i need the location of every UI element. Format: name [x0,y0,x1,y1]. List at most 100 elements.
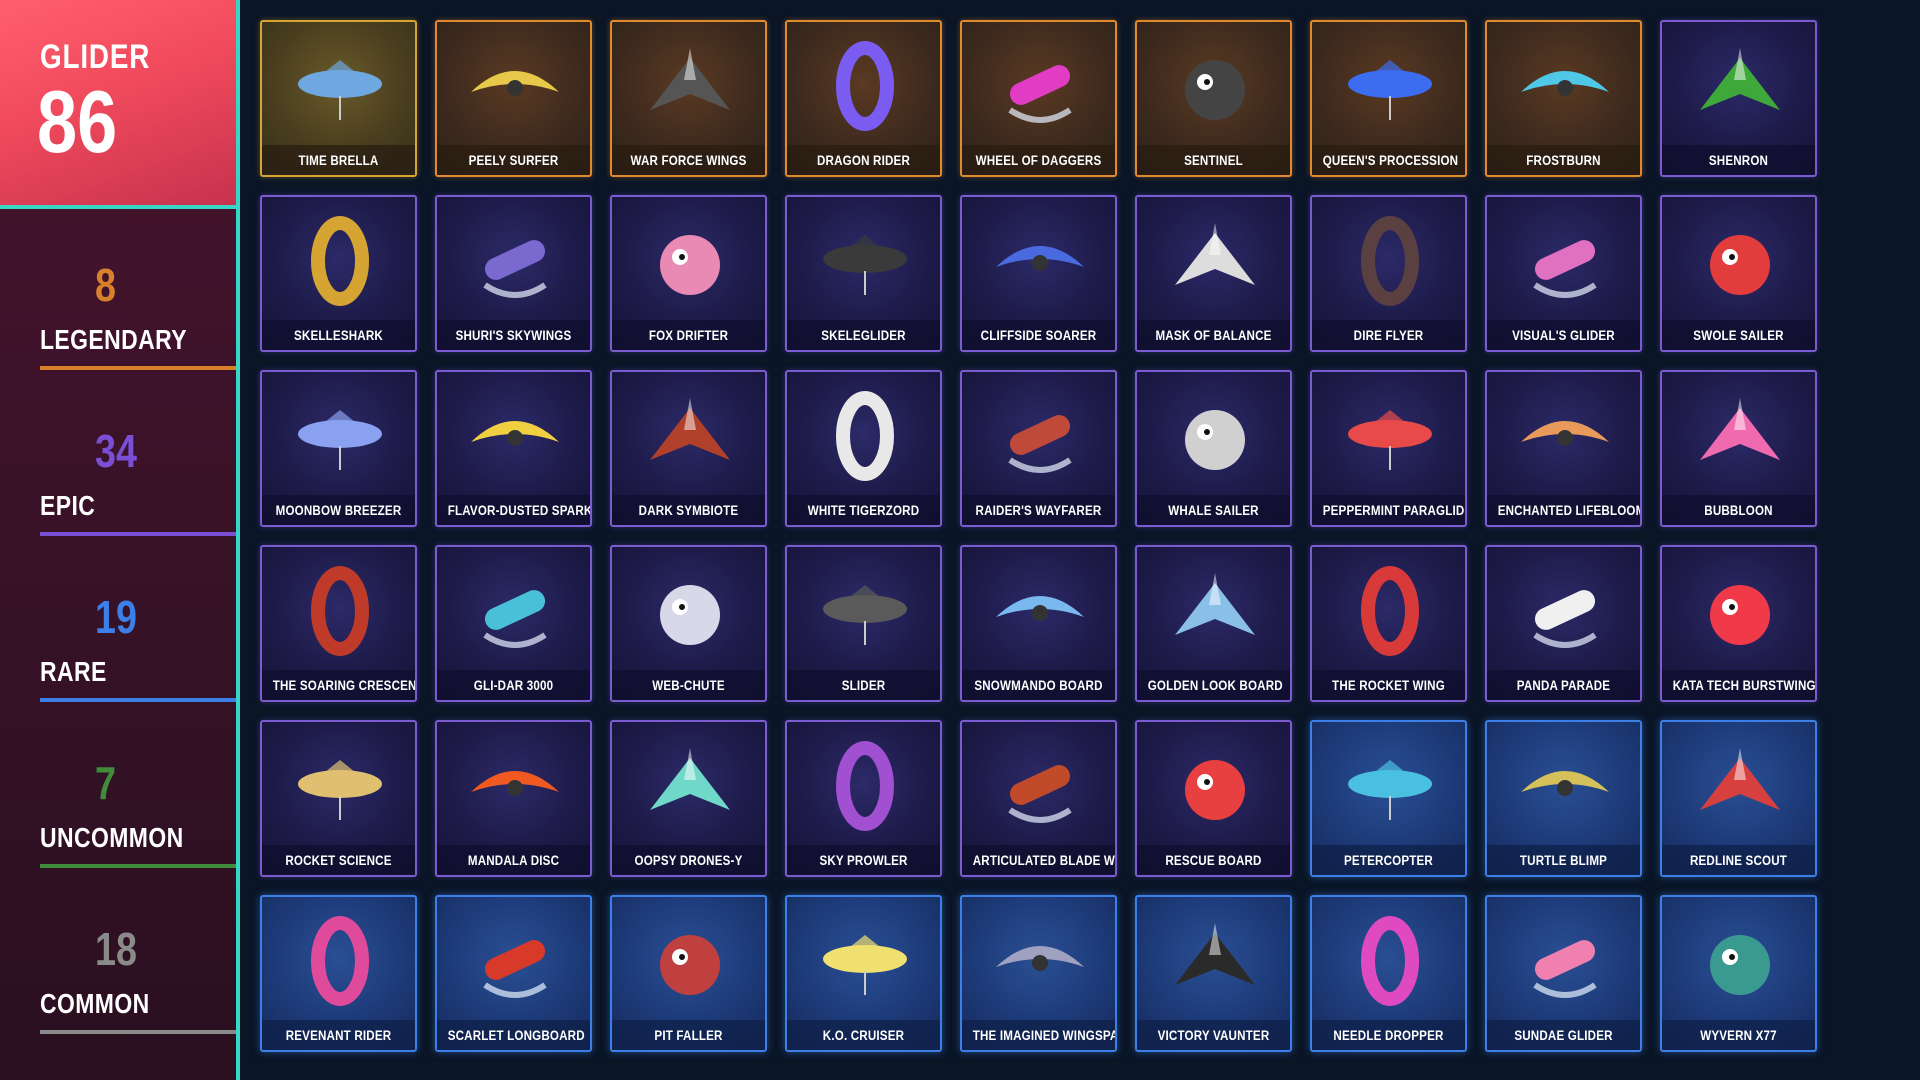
glider-name: PEELY SURFER [468,153,559,168]
glider-tile[interactable]: MOONBOW BREEZER [260,370,417,527]
wyvern-icon [1690,915,1790,1007]
rarity-underline [40,532,236,536]
glider-name: REDLINE SCOUT [1689,853,1788,868]
glider-name: DRAGON RIDER [816,153,911,168]
rarity-rare[interactable]: 19 RARE [0,594,236,734]
glider-tile[interactable]: SLIDER [785,545,942,702]
glider-tile[interactable]: WHALE SAILER [1135,370,1292,527]
glider-tile[interactable]: OOPSY DRONES-Y [610,720,767,877]
glider-tile[interactable]: K.O. CRUISER [785,895,942,1052]
glider-tile[interactable]: KATA TECH BURSTWING [1660,545,1817,702]
glider-tile[interactable]: REDLINE SCOUT [1660,720,1817,877]
glider-name: ARTICULATED BLADE WING [972,853,1115,868]
glider-tile[interactable]: MASK OF BALANCE [1135,195,1292,352]
purple-wing-icon [465,215,565,307]
glider-tile[interactable]: ARTICULATED BLADE WING [960,720,1117,877]
slider-wing-icon [815,565,915,657]
rarity-legendary[interactable]: 8 LEGENDARY [0,262,236,402]
symbiote-icon [640,390,740,482]
moon-wing-icon [290,390,390,482]
total-count: 86 [37,72,118,171]
glider-tile[interactable]: WAR FORCE WINGS [610,20,767,177]
glider-name: WAR FORCE WINGS [630,153,747,168]
glider-tile[interactable]: DARK SYMBIOTE [610,370,767,527]
drone-icon [640,740,740,832]
bat-wing-icon [1340,215,1440,307]
jet-glider-icon [990,215,1090,307]
glider-tile[interactable]: GOLDEN LOOK BOARD [1135,545,1292,702]
glider-tile[interactable]: QUEEN'S PROCESSION [1310,20,1467,177]
glider-name: SNOWMANDO BOARD [974,678,1103,693]
umbrella-glider-icon [290,40,390,132]
whale-icon [1165,390,1265,482]
glider-tile[interactable]: WHITE TIGERZORD [785,370,942,527]
glider-tile[interactable]: SKELEGLIDER [785,195,942,352]
rarity-uncommon[interactable]: 7 UNCOMMON [0,760,236,900]
glider-tile[interactable]: DRAGON RIDER [785,20,942,177]
glider-tile[interactable]: THE ROCKET WING [1310,545,1467,702]
glider-tile[interactable]: FLAVOR-DUSTED SPARKLEWINGS [435,370,592,527]
glider-tile[interactable]: SWOLE SAILER [1660,195,1817,352]
glider-tile[interactable]: PEELY SURFER [435,20,592,177]
glider-tile[interactable]: RAIDER'S WAYFARER [960,370,1117,527]
rarity-count: 34 [95,425,137,477]
rocket-wing-icon [1340,565,1440,657]
gold-board-icon [1165,565,1265,657]
glider-tile[interactable]: CLIFFSIDE SOARER [960,195,1117,352]
gold-shark-icon [290,215,390,307]
glider-name: SHURI'S SKYWINGS [455,328,572,343]
spider-mech-icon [1165,40,1265,132]
red-fish-icon [1690,215,1790,307]
glider-tile[interactable]: TURTLE BLIMP [1485,720,1642,877]
rarity-count: 8 [95,259,116,311]
glider-tile[interactable]: VISUAL'S GLIDER [1485,195,1642,352]
glider-tile[interactable]: SHURI'S SKYWINGS [435,195,592,352]
glider-tile[interactable]: MANDALA DISC [435,720,592,877]
glider-tile[interactable]: BUBBLOON [1660,370,1817,527]
glider-tile[interactable]: PANDA PARADE [1485,545,1642,702]
prowler-wing-icon [815,740,915,832]
glider-tile[interactable]: SNOWMANDO BOARD [960,545,1117,702]
glider-tile[interactable]: ENCHANTED LIFEBLOOM [1485,370,1642,527]
glider-tile[interactable]: SKELLESHARK [260,195,417,352]
glider-tile[interactable]: FOX DRIFTER [610,195,767,352]
glider-tile[interactable]: VICTORY VAUNTER [1135,895,1292,1052]
glider-tile[interactable]: SKY PROWLER [785,720,942,877]
glider-tile[interactable]: THE SOARING CRESCENT [260,545,417,702]
glider-tile[interactable]: WEB-CHUTE [610,545,767,702]
glider-tile[interactable]: SENTINEL [1135,20,1292,177]
glider-tile[interactable]: SCARLET LONGBOARD [435,895,592,1052]
glider-tile[interactable]: DIRE FLYER [1310,195,1467,352]
glider-name: SKELLESHARK [294,328,383,343]
glider-tile[interactable]: PIT FALLER [610,895,767,1052]
glider-name: K.O. CRUISER [822,1028,905,1043]
glider-name: KATA TECH BURSTWING [1672,678,1816,693]
glider-tile[interactable]: FROSTBURN [1485,20,1642,177]
glider-tile[interactable]: ROCKET SCIENCE [260,720,417,877]
glider-tile[interactable]: REVENANT RIDER [260,895,417,1052]
glider-name: TURTLE BLIMP [1519,853,1608,868]
glider-tile[interactable]: THE IMAGINED WINGSPAN [960,895,1117,1052]
helicopter-icon [1340,740,1440,832]
glider-name: ENCHANTED LIFEBLOOM [1497,503,1642,518]
panda-icon [1515,565,1615,657]
rarity-epic[interactable]: 34 EPIC [0,428,236,568]
glider-tile[interactable]: RESCUE BOARD [1135,720,1292,877]
rarity-common[interactable]: 18 COMMON [0,926,236,1066]
glider-name: SCARLET LONGBOARD [447,1028,585,1043]
glider-tile[interactable]: GLI-DAR 3000 [435,545,592,702]
pit-glider-icon [640,915,740,1007]
glider-name: GLI-DAR 3000 [473,678,554,693]
glider-tile[interactable]: WYVERN X77 [1660,895,1817,1052]
glider-tile[interactable]: PETERCOPTER [1310,720,1467,877]
glider-tile[interactable]: TIME BRELLA [260,20,417,177]
glider-tile[interactable]: NEEDLE DROPPER [1310,895,1467,1052]
glider-tile[interactable]: WHEEL OF DAGGERS [960,20,1117,177]
glider-name: WEB-CHUTE [652,678,725,693]
glider-name: SENTINEL [1184,153,1243,168]
rarity-count: 7 [95,757,116,809]
glider-name: REVENANT RIDER [285,1028,392,1043]
glider-tile[interactable]: SUNDAE GLIDER [1485,895,1642,1052]
glider-tile[interactable]: PEPPERMINT PARAGLIDER [1310,370,1467,527]
glider-tile[interactable]: SHENRON [1660,20,1817,177]
